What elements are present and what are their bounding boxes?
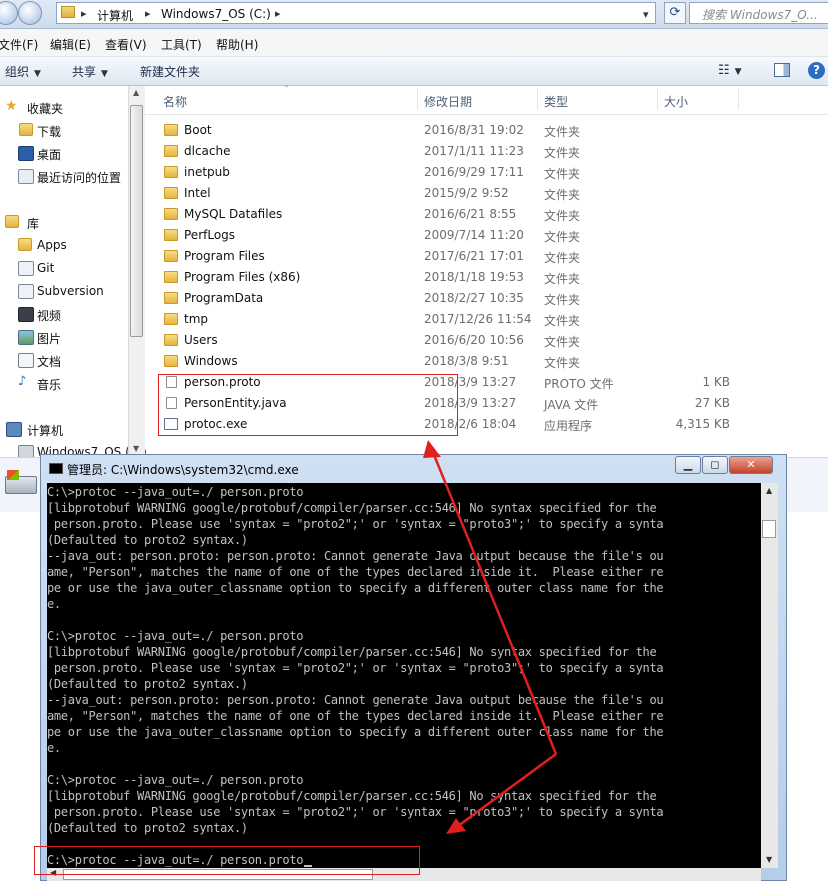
arrow-line-down [457,752,557,828]
annotation-arrows [423,440,558,834]
arrow-head-up-icon [423,440,441,458]
arrow-line-up [430,449,558,755]
arrow-head-down-icon [446,818,466,834]
